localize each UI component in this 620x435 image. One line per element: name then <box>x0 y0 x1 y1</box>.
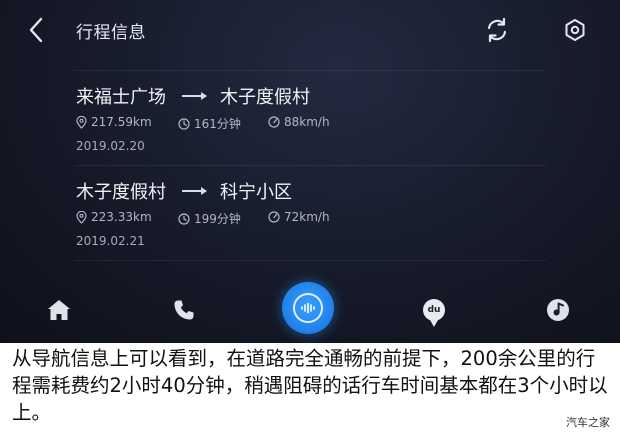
trip-date: 2019.02.20 <box>76 139 145 153</box>
chevron-left-icon <box>29 17 43 43</box>
trip-destination: 木子度假村 <box>220 87 310 108</box>
clock-icon <box>178 212 190 225</box>
voice-wave-icon <box>293 293 323 323</box>
trip-duration: 161分钟 <box>178 115 241 132</box>
watermark: 汽车之家 <box>566 416 610 429</box>
speedometer-icon <box>268 116 280 128</box>
trip-item[interactable]: 木子度假村 科宁小区 223.33km 199分钟 72km/h 2019.02… <box>74 165 546 261</box>
bottom-dock: du <box>0 282 620 340</box>
trip-speed: 88km/h <box>268 115 330 129</box>
article-caption: 从导航信息上可以看到，在道路完全通畅的前提下，200余公里的行程需耗费约2小时4… <box>12 347 608 424</box>
trip-route: 木子度假村 科宁小区 <box>76 178 292 204</box>
trip-stats: 217.59km 161分钟 88km/h <box>76 115 546 133</box>
top-bar: 行程信息 <box>0 0 620 60</box>
location-pin-icon <box>76 210 87 224</box>
back-button[interactable] <box>20 12 52 48</box>
trip-destination: 科宁小区 <box>220 182 292 203</box>
home-icon <box>48 300 70 320</box>
arrow-right-icon <box>182 92 207 100</box>
trip-stats: 223.33km 199分钟 72km/h <box>76 210 546 228</box>
trip-list: 来福士广场 木子度假村 217.59km 161分钟 88km/h 2019.0… <box>74 70 546 261</box>
car-screen: 行程信息 来福士广场 木子度假村 217.59km 161分钟 88km/h 2… <box>0 0 620 343</box>
gear-icon <box>565 19 585 41</box>
baidu-map-button[interactable]: du <box>408 284 460 336</box>
trip-route: 来福士广场 木子度假村 <box>76 83 310 109</box>
phone-button[interactable] <box>158 284 210 336</box>
trip-distance-value: 223.33km <box>91 210 152 224</box>
trip-distance: 223.33km <box>76 210 152 224</box>
trip-duration-value: 161分钟 <box>194 117 241 131</box>
trip-duration-value: 199分钟 <box>194 212 241 226</box>
baidu-map-label: du <box>427 305 441 315</box>
trip-duration: 199分钟 <box>178 210 241 227</box>
trip-origin: 来福士广场 <box>76 87 166 108</box>
trip-speed: 72km/h <box>268 210 330 224</box>
refresh-button[interactable] <box>480 13 514 47</box>
trip-speed-value: 88km/h <box>284 115 330 129</box>
phone-icon <box>174 300 194 320</box>
home-button[interactable] <box>33 284 85 336</box>
location-pin-icon <box>76 115 87 129</box>
voice-assistant-icon <box>282 282 334 334</box>
music-button[interactable] <box>532 284 584 336</box>
arrow-right-icon <box>182 187 207 195</box>
music-icon <box>547 299 569 321</box>
baidu-map-icon: du <box>423 299 445 327</box>
refresh-icon <box>487 17 507 43</box>
trip-distance-value: 217.59km <box>91 115 152 129</box>
trip-item[interactable]: 来福士广场 木子度假村 217.59km 161分钟 88km/h 2019.0… <box>74 70 546 165</box>
speedometer-icon <box>268 211 280 223</box>
trip-date: 2019.02.21 <box>76 234 145 248</box>
page-title: 行程信息 <box>76 23 146 43</box>
trip-origin: 木子度假村 <box>76 182 166 203</box>
settings-button[interactable] <box>558 13 592 47</box>
voice-assistant-button[interactable] <box>282 282 334 334</box>
trip-distance: 217.59km <box>76 115 152 129</box>
clock-icon <box>178 117 190 130</box>
trip-speed-value: 72km/h <box>284 210 330 224</box>
